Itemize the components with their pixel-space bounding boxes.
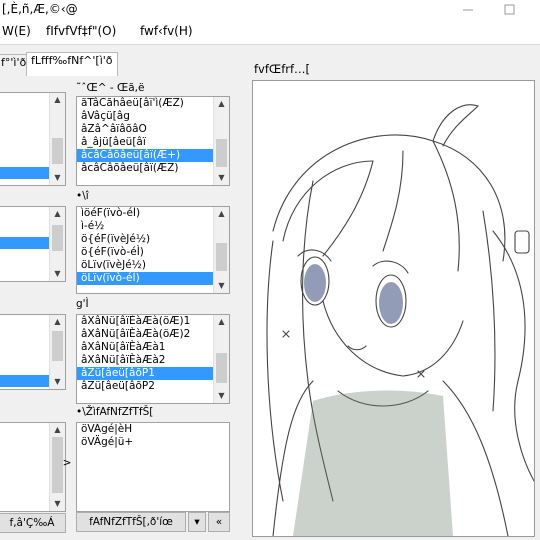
back-button[interactable]: « [208, 512, 230, 532]
scroll-down-icon[interactable]: ▼ [214, 389, 229, 403]
scroll-thumb[interactable] [216, 353, 227, 383]
list-item[interactable]: âZü[âeü[âõP2 [77, 380, 229, 393]
left-list-4[interactable]: ▲ ▼ [0, 422, 66, 512]
scroll-up-icon[interactable]: ▲ [50, 315, 65, 329]
scroll-up-icon[interactable]: ▲ [50, 423, 65, 437]
list-item[interactable]: ìöéF(ïvò-éÌ) [77, 207, 229, 220]
scroll-up-icon[interactable]: ▲ [214, 207, 229, 221]
scroll-thumb[interactable] [216, 139, 227, 167]
list-item[interactable]: öLïv(ïvèJé½) [77, 259, 229, 272]
list-item[interactable]: âZâ^âïâõâO [77, 123, 229, 136]
left-list-2-scrollbar[interactable]: ▲ ▼ [49, 207, 65, 281]
list-item-selected[interactable]: öLïv(ïvò-éÌ) [77, 272, 229, 285]
tab-strip: f°'ì'ð fLfff‰fNf^'[ì'ð [0, 52, 140, 76]
group-label-expression: •\î [76, 190, 89, 202]
tab-character[interactable]: fLfff‰fNf^'[ì'ð [26, 52, 118, 76]
sort-button[interactable]: ▾ [188, 512, 206, 532]
list-item[interactable]: ãTâCãhâeü[âï'ì(ÆZ) [77, 97, 229, 110]
accessory-list[interactable]: öVÄgé|èH öVÄgé|ü+ [76, 422, 230, 512]
scroll-down-icon[interactable]: ▼ [50, 171, 65, 185]
left-list-1[interactable]: ▲ ▼ [0, 92, 66, 186]
left-list-1-selection [0, 167, 49, 179]
menu-bar: W(E) fIfvfVf‡f"(O) fwf‹fv(H) [0, 20, 540, 45]
list-item-selected[interactable]: âcâCâõâeü[âï(Æ+) [77, 149, 229, 162]
list-item[interactable]: ö{éF(ïvèJé½) [77, 233, 229, 246]
scroll-thumb[interactable] [52, 225, 63, 251]
right-eye-iris [379, 282, 403, 324]
left-list-2[interactable]: ▲ ▼ [0, 206, 66, 282]
left-list-3-scrollbar[interactable]: ▲ ▼ [49, 315, 65, 389]
group-label-type: ˜ˆŒ^ - Œã,ë [76, 82, 145, 94]
list-item[interactable]: âXâNü[âïÈàÆà(öÆ)2 [77, 328, 229, 341]
scroll-thumb[interactable] [52, 331, 63, 361]
list-item[interactable]: â_âjü[âeü[âï [77, 136, 229, 149]
left-list-2-selection [0, 237, 49, 249]
expression-list[interactable]: ìöéF(ïvò-éÌ) ì-é½ ö{éF(ïvèJé½) ö{éF(ïvò-… [76, 206, 230, 294]
list-item-selected[interactable]: âZü[âeü[âõP1 [77, 367, 229, 380]
menu-item-options[interactable]: fIfvfVf‡f"(O) [46, 24, 116, 38]
scroll-down-icon[interactable]: ▼ [50, 497, 65, 511]
list-item[interactable]: öVÄgé|èH [77, 423, 229, 436]
type-list-scrollbar[interactable]: ▲ ▼ [213, 97, 229, 185]
left-eye-iris [304, 264, 326, 302]
group-label-accessory: •\ŽìfAfNfZfTfŠ[ [76, 406, 154, 418]
menu-item-edit[interactable]: W(E) [2, 24, 31, 38]
list-item[interactable]: öVÄgé|ü+ [77, 436, 229, 449]
list-item[interactable]: âcâCâõâeü[âï(ÆZ) [77, 162, 229, 175]
body-list[interactable]: âXâNü[âïÈàÆà(öÆ)1 âXâNü[âïÈàÆà(öÆ)2 âXâN… [76, 314, 230, 404]
left-list-3[interactable]: ▲ ▼ [0, 314, 66, 390]
scroll-up-icon[interactable]: ▲ [50, 93, 65, 107]
maximize-icon [504, 4, 515, 15]
scroll-up-icon[interactable]: ▲ [50, 207, 65, 221]
scroll-thumb[interactable] [216, 243, 227, 271]
expression-list-scrollbar[interactable]: ▲ ▼ [213, 207, 229, 293]
list-item[interactable]: âVâçü[âg [77, 110, 229, 123]
character-preview-image [266, 104, 534, 536]
preview-canvas [252, 80, 535, 537]
remove-accessory-button[interactable]: fAfNfZfTfŠ[,ð'íœ [76, 512, 186, 532]
title-bar: [,È,ñ,Æ,©‹@ [0, 0, 540, 21]
settings-panel: f°'ì'ð fLfff‰fNf^'[ì'ð ▲ ▼ ▲ ▼ ▲ ▼ ▲ ▼ f… [0, 46, 240, 540]
scroll-down-icon[interactable]: ▼ [214, 171, 229, 185]
list-item[interactable]: âXâNü[âïÈàÆà(öÆ)1 [77, 315, 229, 328]
type-list[interactable]: ãTâCãhâeü[âï'ì(ÆZ) âVâçü[âg âZâ^âïâõâO â… [76, 96, 230, 186]
left-list-3-selection [0, 375, 49, 387]
scroll-down-icon[interactable]: ▼ [214, 279, 229, 293]
add-button[interactable]: f,â'Ç‰Á [0, 513, 66, 533]
body-list-scrollbar[interactable]: ▲ ▼ [213, 315, 229, 403]
menu-item-help[interactable]: fwf‹fv(H) [140, 24, 193, 38]
minimize-icon [463, 9, 473, 11]
list-item[interactable]: ì-é½ [77, 220, 229, 233]
maximize-button[interactable] [496, 0, 524, 20]
minimize-button[interactable] [454, 0, 482, 20]
list-item[interactable]: âXâNü[âïÈàÆà2 [77, 354, 229, 367]
list-item[interactable]: âXâNü[âïÈàÆà1 [77, 341, 229, 354]
scroll-down-icon[interactable]: ▼ [50, 375, 65, 389]
scroll-down-icon[interactable]: ▼ [50, 267, 65, 281]
scroll-thumb[interactable] [52, 138, 63, 164]
preview-label: fvfŒfrf…[ [254, 62, 311, 76]
scroll-up-icon[interactable]: ▲ [214, 97, 229, 111]
shirt-pattern [293, 390, 453, 536]
move-right-button[interactable]: > [62, 454, 72, 472]
scroll-up-icon[interactable]: ▲ [214, 315, 229, 329]
list-item[interactable]: ö{éF(ïvò-éÌ) [77, 246, 229, 259]
left-list-1-scrollbar[interactable]: ▲ ▼ [49, 93, 65, 185]
group-label-body: g'Ì [76, 298, 89, 310]
window-title: [,È,ñ,Æ,©‹@ [2, 2, 78, 16]
